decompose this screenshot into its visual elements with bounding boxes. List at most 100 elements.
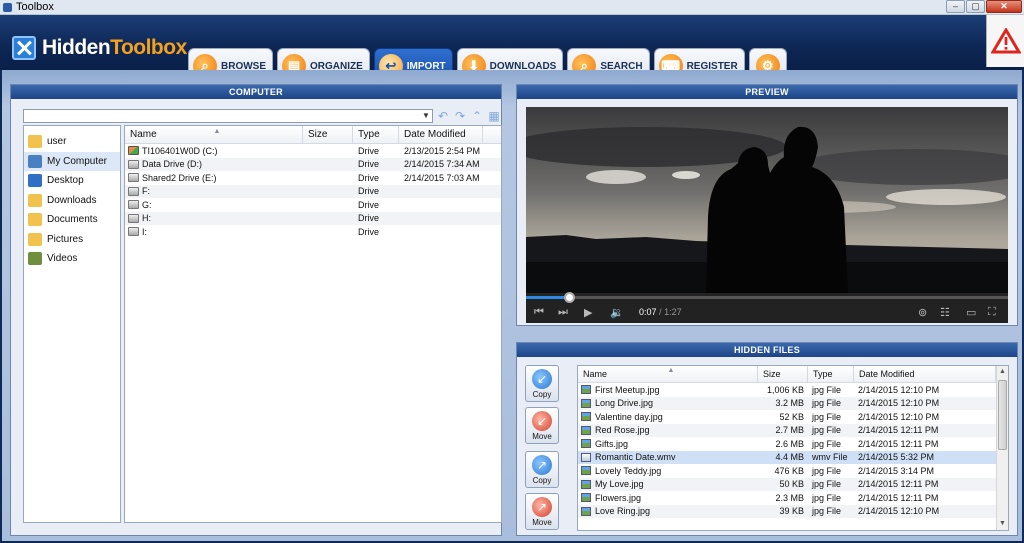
- file-type: wmv File: [812, 452, 848, 463]
- table-row[interactable]: Valentine day.jpg 52 KB jpg File 2/14/2015 …: [578, 410, 1008, 424]
- back-arrow-icon[interactable]: ↶: [436, 109, 450, 123]
- scroll-down-icon[interactable]: ▼: [997, 518, 1008, 530]
- file-name-cell: Lovely Teddy.jpg: [578, 466, 758, 476]
- table-row[interactable]: TI106401W0D (C:) Drive 2/13/2015 2:54 PM: [125, 144, 501, 158]
- up-arrow-icon[interactable]: ⌃: [470, 109, 484, 123]
- hidden-files-list: Name ▲ Size Type Date Modified First Meet…: [577, 365, 1009, 531]
- path-dropdown[interactable]: ▼: [23, 109, 433, 123]
- video-time-separator: /: [659, 307, 662, 317]
- col-type[interactable]: Type: [353, 126, 399, 143]
- sidebar-item-downloads[interactable]: Downloads: [24, 191, 120, 211]
- col-name-label: Name: [130, 129, 157, 140]
- drive-icon: [128, 213, 139, 223]
- sidebar-item-pictures[interactable]: Pictures: [24, 230, 120, 250]
- sidebar-item-my-computer[interactable]: My Computer: [24, 151, 120, 171]
- file-name-cell: My Love.jpg: [578, 479, 758, 489]
- image-file-icon: [581, 466, 591, 476]
- file-type: jpg File: [812, 411, 842, 422]
- skip-forward-icon[interactable]: ⏭: [558, 306, 568, 319]
- videos-folder-icon: [28, 252, 42, 266]
- table-row[interactable]: Flowers.jpg 2.3 MB jpg File 2/14/2015 12:11…: [578, 491, 1008, 505]
- snapshot-icon[interactable]: ⊚: [918, 306, 927, 319]
- hcol-date[interactable]: Date Modified: [854, 366, 996, 382]
- volume-icon[interactable]: 🔉: [610, 306, 624, 319]
- video-frame: [526, 107, 1008, 293]
- drive-icon: [128, 200, 139, 210]
- minimize-button[interactable]: –: [946, 0, 965, 13]
- table-row[interactable]: My Love.jpg 50 KB jpg File 2/14/2015 12:11 …: [578, 477, 1008, 491]
- col-date[interactable]: Date Modified: [399, 126, 483, 143]
- drive-name: G:: [142, 199, 152, 210]
- alert-button[interactable]: [986, 15, 1024, 67]
- skip-back-icon[interactable]: ⏮: [534, 306, 544, 319]
- maximize-button[interactable]: ▢: [966, 0, 985, 13]
- table-row[interactable]: Long Drive.jpg 3.2 MB jpg File 2/14/2015 12…: [578, 396, 1008, 410]
- file-size: 1,006 KB: [766, 384, 804, 395]
- col-name[interactable]: Name ▲: [125, 126, 303, 143]
- scroll-up-icon[interactable]: ▲: [997, 366, 1008, 378]
- drive-icon: [128, 227, 139, 237]
- file-date: 2/14/2015 12:11 PM: [858, 438, 939, 449]
- image-file-icon: [581, 385, 591, 395]
- hcol-type[interactable]: Type: [808, 366, 854, 382]
- playlist-icon[interactable]: ☷: [940, 306, 950, 319]
- action-label: Copy: [532, 390, 552, 399]
- drive-name-cell: H:: [125, 213, 303, 223]
- copy-button[interactable]: ↗ Copy: [525, 451, 559, 488]
- move-button[interactable]: ↙ Move: [525, 407, 559, 444]
- warning-icon: [990, 28, 1021, 54]
- play-icon[interactable]: ▶: [584, 306, 592, 319]
- fullscreen-icon[interactable]: ⛶: [988, 306, 996, 319]
- file-size: 52 KB: [779, 411, 804, 422]
- video-player[interactable]: ⏮ ⏭ ▶ 🔉 0:07 / 1:27 ⊚ ☷ ▭ ⛶: [526, 107, 1008, 323]
- move-button[interactable]: ↗ Move: [525, 493, 559, 530]
- drive-icon: [128, 159, 139, 169]
- table-row[interactable]: Love Ring.jpg 39 KB jpg File 2/14/2015 12:1…: [578, 504, 1008, 518]
- sidebar-item-user[interactable]: user: [24, 132, 120, 152]
- file-date: 2/14/2015 12:11 PM: [858, 492, 939, 503]
- file-size: 2.3 MB: [775, 492, 804, 503]
- file-name: Lovely Teddy.jpg: [595, 465, 662, 476]
- table-row[interactable]: H: Drive: [125, 211, 501, 225]
- table-row[interactable]: F: Drive: [125, 184, 501, 198]
- move-out-icon: ↗: [532, 497, 552, 517]
- drive-list-header: Name ▲ Size Type Date Modified: [125, 126, 501, 144]
- table-row[interactable]: Red Rose.jpg 2.7 MB jpg File 2/14/2015 12:1…: [578, 423, 1008, 437]
- table-row[interactable]: Lovely Teddy.jpg 476 KB jpg File 2/14/2015 …: [578, 464, 1008, 478]
- move-in-icon: ↙: [532, 411, 552, 431]
- hcol-name[interactable]: Name ▲: [578, 366, 758, 382]
- table-row[interactable]: G: Drive: [125, 198, 501, 212]
- col-size[interactable]: Size: [303, 126, 353, 143]
- forward-arrow-icon[interactable]: ↷: [453, 109, 467, 123]
- video-progress-bar[interactable]: [526, 292, 1008, 303]
- hcol-size[interactable]: Size: [758, 366, 808, 382]
- table-row[interactable]: Shared2 Drive (E:) Drive 2/14/2015 7:03 AM: [125, 171, 501, 185]
- table-row[interactable]: I: Drive: [125, 225, 501, 239]
- drive-name-cell: TI106401W0D (C:): [125, 146, 303, 156]
- sidebar-item-documents[interactable]: Documents: [24, 210, 120, 230]
- table-row[interactable]: First Meetup.jpg 1,006 KB jpg File 2/14/201…: [578, 383, 1008, 397]
- logo-mark-icon: [12, 36, 36, 60]
- copy-button[interactable]: ↙ Copy: [525, 365, 559, 402]
- table-row[interactable]: Gifts.jpg 2.6 MB jpg File 2/14/2015 12:11 P…: [578, 437, 1008, 451]
- new-folder-icon[interactable]: ▦: [487, 109, 501, 123]
- drive-name: Shared2 Drive (E:): [142, 172, 217, 183]
- drive-icon: [128, 186, 139, 196]
- drive-name: H:: [142, 213, 151, 224]
- close-button[interactable]: ✕: [986, 0, 1022, 13]
- scroll-thumb[interactable]: [998, 380, 1007, 450]
- file-type: jpg File: [812, 492, 842, 503]
- sidebar-item-desktop[interactable]: Desktop: [24, 171, 120, 191]
- theater-mode-icon[interactable]: ▭: [966, 306, 976, 319]
- sidebar-item-videos[interactable]: Videos: [24, 249, 120, 269]
- documents-folder-icon: [28, 213, 42, 227]
- image-file-icon: [581, 398, 591, 408]
- sidebar-item-label: Videos: [47, 253, 78, 265]
- table-row[interactable]: Data Drive (D:) Drive 2/14/2015 7:34 AM: [125, 157, 501, 171]
- hidden-files-panel-title: HIDDEN FILES: [517, 343, 1017, 357]
- video-progress-knob[interactable]: [564, 292, 576, 303]
- folder-sidebar: user My Computer Desktop Downloads Documents…: [23, 125, 121, 523]
- table-row[interactable]: Romantic Date.wmv 4.4 MB wmv File 2/14/2015…: [578, 450, 1008, 464]
- dropdown-arrow-icon[interactable]: ▼: [420, 110, 432, 122]
- hidden-files-scrollbar[interactable]: ▲ ▼: [996, 366, 1008, 530]
